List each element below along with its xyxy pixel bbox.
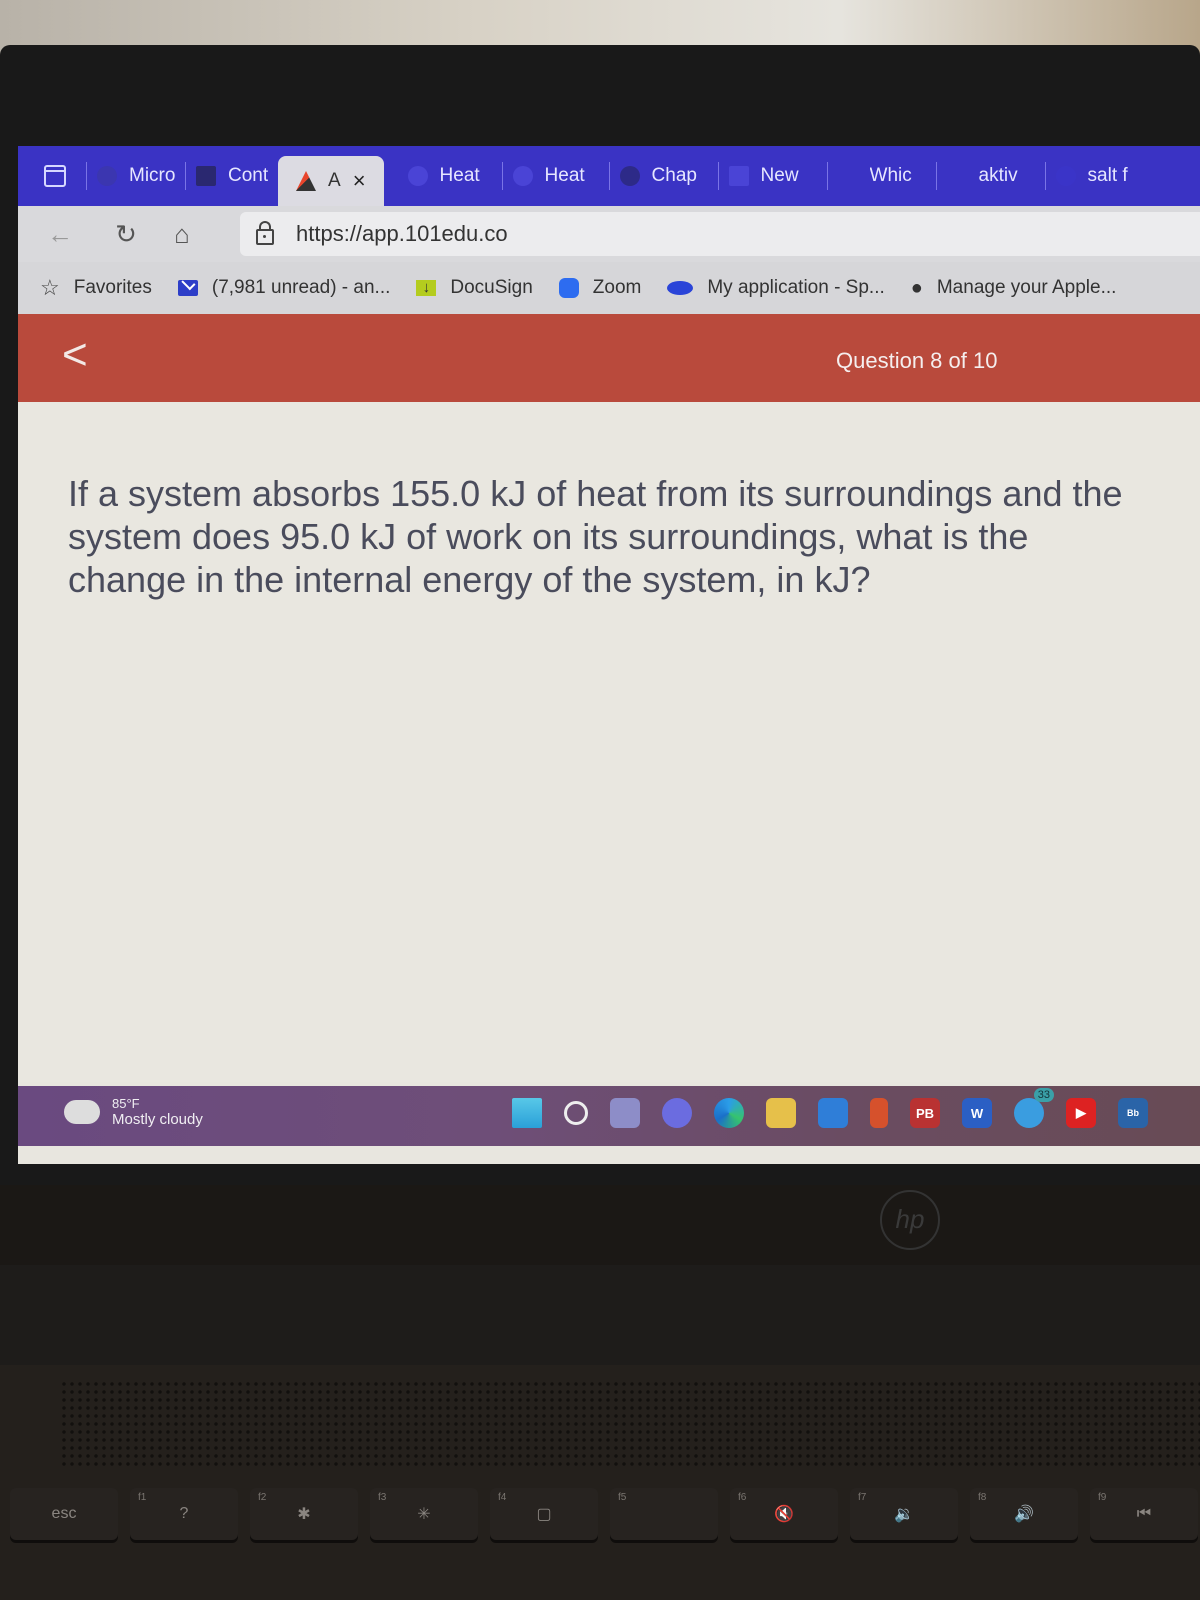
taskbar-apps: PB W 33 ▶ Bb xyxy=(512,1088,1170,1128)
tab-actions-button[interactable] xyxy=(38,159,72,193)
key-f5[interactable]: f5 xyxy=(610,1488,718,1540)
tab-cont[interactable]: Cont xyxy=(186,153,278,199)
key-f8[interactable]: f8 🔊 xyxy=(970,1488,1078,1540)
site-icon xyxy=(1055,166,1076,186)
window-icon xyxy=(44,165,66,187)
site-icon xyxy=(407,166,428,186)
youtube-icon[interactable]: ▶ xyxy=(1066,1098,1096,1128)
tab-chap[interactable]: Chap xyxy=(610,153,718,199)
close-tab-icon[interactable]: × xyxy=(353,168,366,194)
key-f6[interactable]: f6 🔇 xyxy=(730,1488,838,1540)
tab-heat-1[interactable]: Heat xyxy=(398,153,502,199)
word-icon[interactable]: W xyxy=(962,1098,992,1128)
laptop-hinge xyxy=(0,1265,1200,1365)
app-icon xyxy=(97,166,117,186)
favorite-my-application[interactable]: My application - Sp... xyxy=(667,277,885,299)
weather-temperature: 85°F xyxy=(112,1096,140,1111)
101edu-logo-icon xyxy=(296,171,316,191)
edit-icon xyxy=(196,166,216,186)
blackboard-icon[interactable]: Bb xyxy=(1118,1098,1148,1128)
publisher-icon[interactable]: PB xyxy=(910,1098,940,1128)
tab-heat-2[interactable]: Heat xyxy=(503,153,609,199)
question-text: If a system absorbs 155.0 kJ of heat fro… xyxy=(68,473,1123,600)
key-f9[interactable]: f9 ⏮ xyxy=(1090,1488,1198,1540)
function-key-row: esc f1? f2 ✱ f3 ✳ f4 ▢ f5 f6 🔇 f7 🔉 f8 🔊 f9 ⏮ xyxy=(0,1488,1200,1540)
favorites-button[interactable]: ☆ Favorites xyxy=(40,275,152,301)
weather-widget[interactable]: 85°F Mostly cloudy xyxy=(64,1092,203,1128)
office-icon[interactable] xyxy=(870,1098,888,1128)
back-button[interactable]: ← xyxy=(42,216,78,252)
puzzle-icon xyxy=(619,166,640,186)
site-icon xyxy=(512,166,533,186)
tab-new[interactable]: New xyxy=(719,153,827,199)
weather-condition: Mostly cloudy xyxy=(112,1111,203,1128)
site-icon xyxy=(947,166,967,186)
refresh-button[interactable]: ↻ xyxy=(108,216,144,252)
salesforce-icon xyxy=(667,281,694,295)
key-f7[interactable]: f7 🔉 xyxy=(850,1488,958,1540)
key-esc[interactable]: esc xyxy=(10,1488,118,1540)
star-list-icon: ☆ xyxy=(40,275,60,300)
favorite-zoom[interactable]: Zoom xyxy=(558,277,641,299)
hp-logo: hp xyxy=(880,1190,940,1250)
notification-badge: 33 xyxy=(1033,1088,1054,1102)
previous-question-button[interactable]: < xyxy=(62,330,88,380)
browser-toolbar: ← ↻ ⌂ https://app.101edu.co xyxy=(18,206,1200,262)
home-button[interactable]: ⌂ xyxy=(164,216,200,252)
chat-icon[interactable] xyxy=(662,1098,692,1128)
task-view-icon[interactable] xyxy=(610,1098,640,1128)
speaker-grille xyxy=(60,1380,1200,1470)
tab-whic[interactable]: Whic xyxy=(828,153,936,199)
key-f3[interactable]: f3 ✳ xyxy=(370,1488,478,1540)
key-f4[interactable]: f4 ▢ xyxy=(490,1488,598,1540)
question-area: If a system absorbs 155.0 kJ of heat fro… xyxy=(18,402,1200,1082)
page-icon xyxy=(728,166,749,186)
site-icon xyxy=(838,166,858,186)
url-text: https://app.101edu.co xyxy=(296,221,508,246)
tab-salt[interactable]: salt f xyxy=(1046,153,1156,199)
tab-aktiv[interactable]: aktiv xyxy=(937,153,1045,199)
browser-tab-strip: Micro Cont A × Heat Heat Chap New Whic a… xyxy=(18,146,1200,206)
start-icon[interactable] xyxy=(512,1098,542,1128)
zoom-icon xyxy=(558,278,579,298)
mail-icon xyxy=(177,280,198,296)
favorites-bar: ☆ Favorites (7,981 unread) - an... ↓ Doc… xyxy=(18,262,1200,314)
quiz-header: < Question 8 of 10 xyxy=(18,314,1200,402)
tab-active-101edu[interactable]: A × xyxy=(278,156,384,206)
edge-icon[interactable] xyxy=(714,1098,744,1128)
lock-icon xyxy=(256,221,274,245)
tab-micro[interactable]: Micro xyxy=(87,153,185,199)
favorite-apple[interactable]: ● Manage your Apple... xyxy=(911,277,1117,300)
key-f1[interactable]: f1? xyxy=(130,1488,238,1540)
windows-taskbar: 85°F Mostly cloudy PB W 33 ▶ Bb xyxy=(18,1086,1200,1146)
docusign-icon: ↓ xyxy=(416,280,437,296)
partly-cloudy-icon xyxy=(64,1092,100,1124)
question-progress: Question 8 of 10 xyxy=(836,348,998,373)
address-bar[interactable]: https://app.101edu.co xyxy=(240,212,1200,256)
mail-app-icon[interactable] xyxy=(818,1098,848,1128)
twitter-icon[interactable]: 33 xyxy=(1014,1088,1054,1128)
file-explorer-icon[interactable] xyxy=(766,1098,796,1128)
search-icon[interactable] xyxy=(564,1101,588,1125)
apple-icon: ● xyxy=(910,276,923,299)
key-f2[interactable]: f2 ✱ xyxy=(250,1488,358,1540)
laptop-screen: Micro Cont A × Heat Heat Chap New Whic a… xyxy=(18,146,1200,1164)
favorite-mail[interactable]: (7,981 unread) - an... xyxy=(177,277,390,299)
favorite-docusign[interactable]: ↓ DocuSign xyxy=(416,277,533,299)
